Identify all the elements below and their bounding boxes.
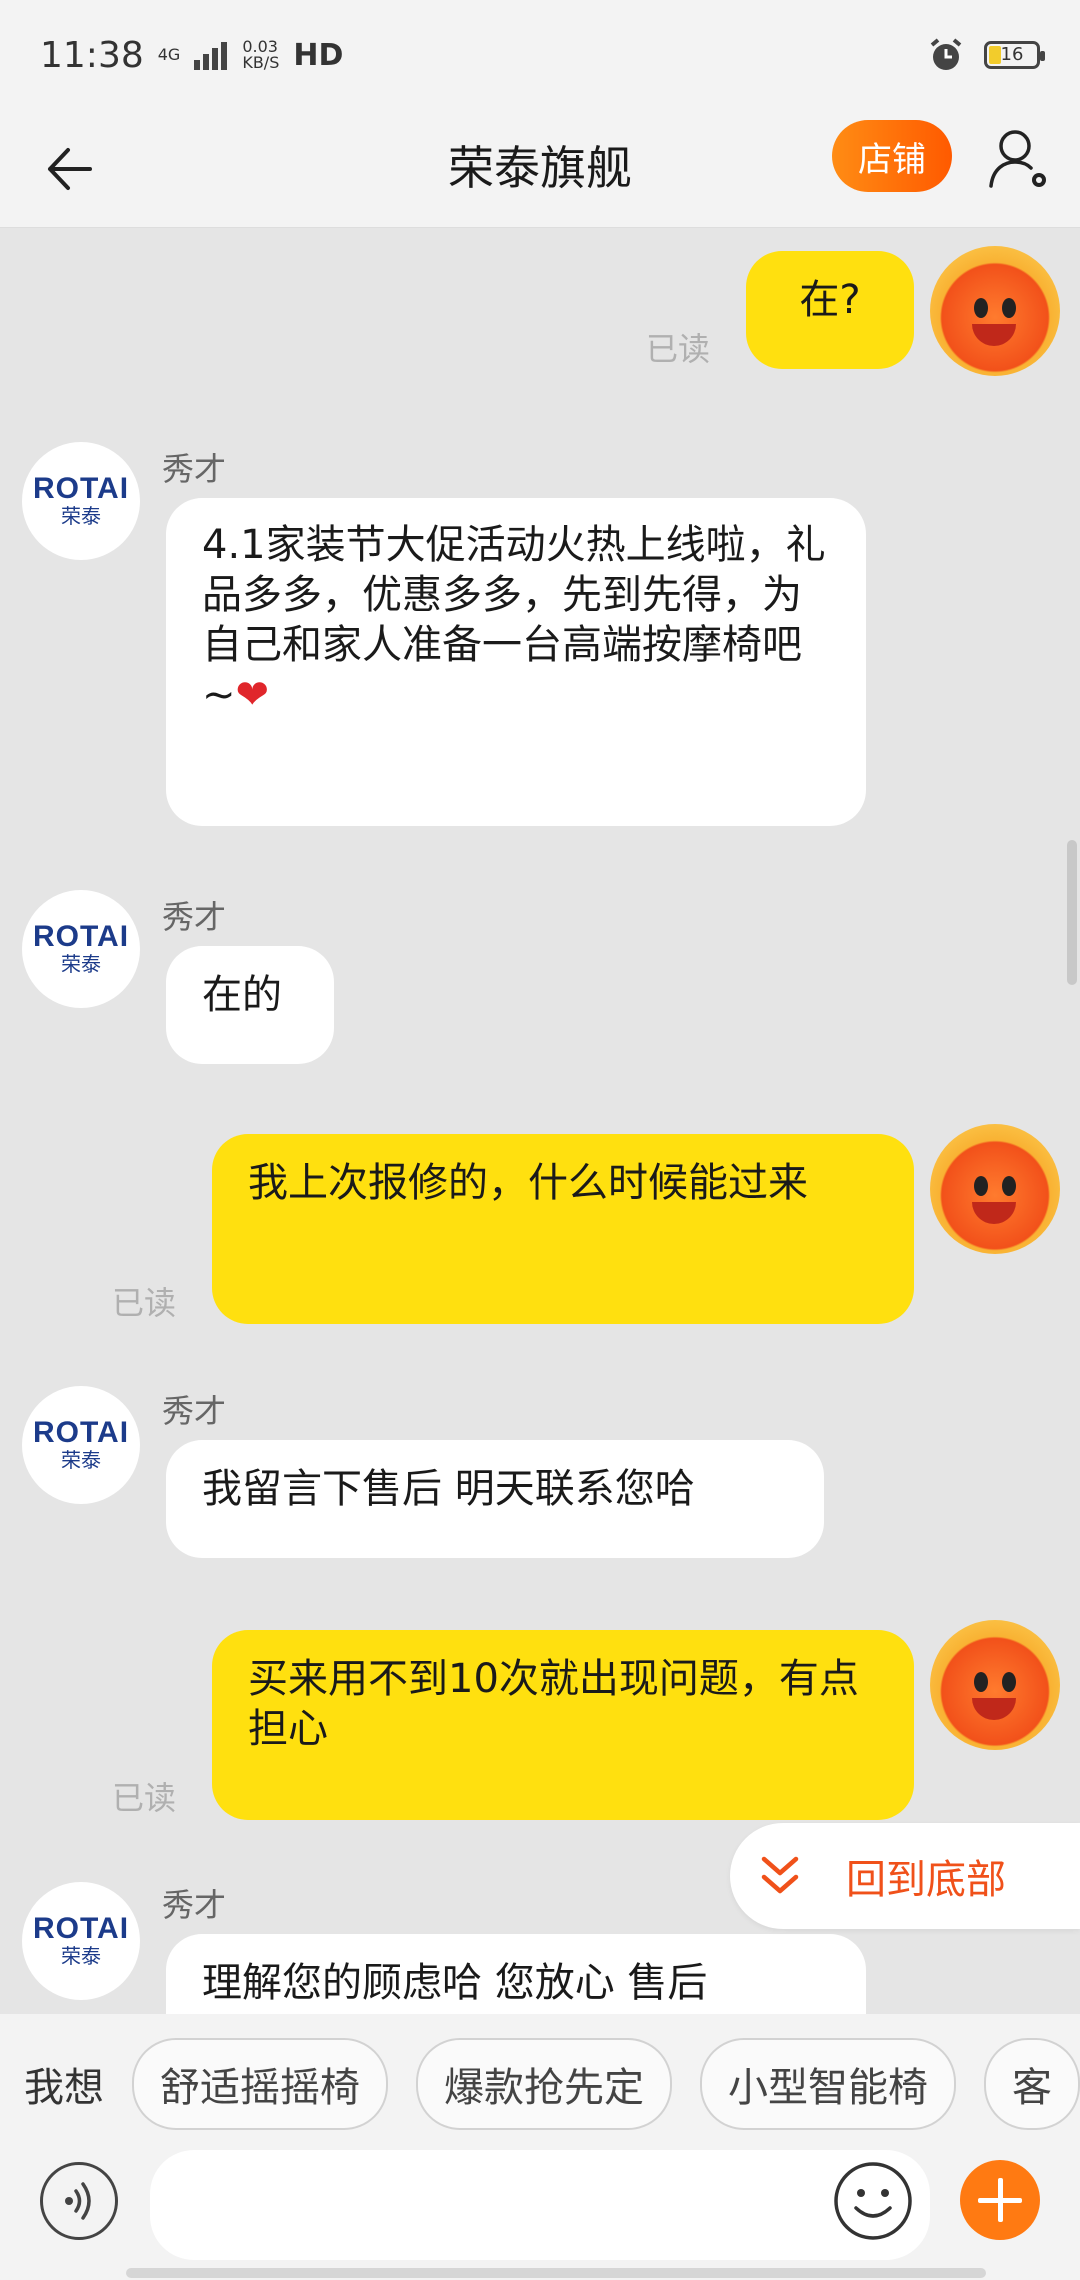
signal-icon	[194, 42, 228, 70]
input-bar	[0, 2150, 1080, 2280]
battery-icon: 16	[984, 41, 1045, 69]
network-speed: 0.03 KB/S	[242, 39, 279, 71]
back-to-bottom-button[interactable]: 回到底部	[730, 1823, 1080, 1929]
back-to-bottom-label: 回到底部	[846, 1857, 1006, 1903]
shop-avatar[interactable]: ROTAI 荣泰	[22, 442, 140, 560]
shop-message-bubble[interactable]: 我留言下售后 明天联系您哈	[166, 1440, 824, 1558]
shop-button[interactable]: 店铺	[832, 120, 952, 192]
voice-button[interactable]	[40, 2162, 118, 2240]
shop-avatar[interactable]: ROTAI 荣泰	[22, 1386, 140, 1504]
read-receipt: 已读	[112, 1284, 177, 1322]
my-message-bubble[interactable]: 在?	[746, 251, 914, 369]
shop-message-bubble[interactable]: 4.1家装节大促活动火热上线啦，礼品多多，优惠多多，先到先得，为自己和家人准备一…	[166, 498, 866, 826]
shop-avatar-brand: ROTAI	[32, 1416, 130, 1449]
emoji-icon[interactable]	[832, 2160, 914, 2242]
shop-avatar-brand-cn: 荣泰	[61, 952, 101, 976]
navbar: 荣泰旗舰 店铺	[0, 110, 1080, 228]
shop-avatar-brand: ROTAI	[32, 1912, 130, 1945]
sender-name: 秀才	[162, 1886, 227, 1924]
my-message-bubble[interactable]: 我上次报修的，什么时候能过来	[212, 1134, 914, 1324]
sender-name: 秀才	[162, 898, 227, 936]
shop-message-bubble[interactable]: 在的	[166, 946, 334, 1064]
double-chevron-down-icon	[761, 1856, 799, 1894]
message-text: 理解您的顾虑哈 您放心 售后	[202, 1960, 708, 2006]
network-type: 4G	[157, 45, 181, 64]
scrollbar[interactable]	[1067, 840, 1077, 985]
suggestion-chip[interactable]: 客	[984, 2038, 1080, 2130]
shop-avatar-brand-cn: 荣泰	[61, 1944, 101, 1968]
shop-avatar[interactable]: ROTAI 荣泰	[22, 1882, 140, 2000]
alarm-icon	[930, 38, 962, 70]
shop-avatar-brand-cn: 荣泰	[61, 504, 101, 528]
status-bar: 11:38 4G 0.03 KB/S HD 16	[0, 0, 1080, 110]
suggestion-chip[interactable]: 舒适摇摇椅	[132, 2038, 388, 2130]
user-avatar[interactable]	[930, 1124, 1060, 1254]
user-avatar[interactable]	[930, 1620, 1060, 1750]
shop-avatar-brand-cn: 荣泰	[61, 1448, 101, 1472]
read-receipt: 已读	[112, 1779, 177, 1817]
user-avatar[interactable]	[930, 246, 1060, 376]
speed-unit: KB/S	[242, 53, 280, 72]
sender-name: 秀才	[162, 1392, 227, 1430]
chat-area[interactable]: 在? 已读 ROTAI 荣泰 秀才 4.1家装节大促活动火热上线啦，礼品多多，优…	[0, 228, 1080, 2014]
hearts-emoji: ❤	[235, 672, 270, 718]
voice-icon	[65, 2182, 91, 2220]
message-text: 4.1家装节大促活动火热上线啦，礼品多多，优惠多多，先到先得，为自己和家人准备一…	[202, 522, 826, 718]
home-indicator	[126, 2268, 986, 2278]
read-receipt: 已读	[646, 330, 711, 368]
message-text: 我上次报修的，什么时候能过来	[248, 1160, 808, 1206]
shop-avatar-brand: ROTAI	[32, 920, 130, 953]
sender-name: 秀才	[162, 450, 227, 488]
message-text: 我留言下售后 明天联系您哈	[202, 1466, 695, 1512]
message-text: 买来用不到10次就出现问题，有点担心	[248, 1656, 859, 1752]
message-text: 在?	[799, 277, 861, 323]
suggestion-label: 我想	[24, 2065, 104, 2111]
network-indicator: 4G	[158, 47, 181, 63]
shop-avatar-brand: ROTAI	[32, 472, 130, 505]
message-input[interactable]	[150, 2150, 930, 2260]
suggestion-chip[interactable]: 小型智能椅	[700, 2038, 956, 2130]
battery-level: 16	[1000, 44, 1024, 65]
shop-message-bubble[interactable]: 理解您的顾虑哈 您放心 售后	[166, 1934, 866, 2014]
shop-avatar[interactable]: ROTAI 荣泰	[22, 890, 140, 1008]
my-message-bubble[interactable]: 买来用不到10次就出现问题，有点担心	[212, 1630, 914, 1820]
suggestion-bar: 我想 舒适摇摇椅 爆款抢先定 小型智能椅 客	[0, 2014, 1080, 2154]
hd-indicator: HD	[293, 37, 344, 73]
more-plus-button[interactable]	[960, 2160, 1040, 2240]
status-time: 11:38	[40, 34, 144, 76]
message-text: 在的	[202, 972, 282, 1018]
user-settings-icon[interactable]	[985, 124, 1055, 194]
suggestion-chip[interactable]: 爆款抢先定	[416, 2038, 672, 2130]
